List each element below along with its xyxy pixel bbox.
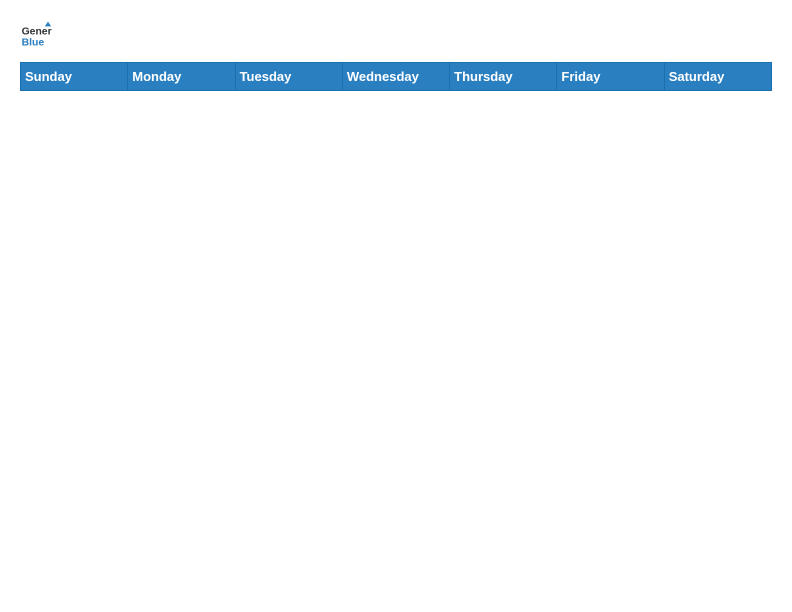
calendar-table: SundayMondayTuesdayWednesdayThursdayFrid… <box>20 62 772 91</box>
header-day-friday: Friday <box>557 63 664 91</box>
svg-text:Blue: Blue <box>22 38 45 49</box>
logo: General Blue <box>20 20 56 52</box>
header-day-tuesday: Tuesday <box>235 63 342 91</box>
header-day-saturday: Saturday <box>664 63 771 91</box>
logo-icon: General Blue <box>20 20 52 52</box>
header-day-monday: Monday <box>128 63 235 91</box>
svg-text:General: General <box>22 26 52 37</box>
header-day-sunday: Sunday <box>21 63 128 91</box>
calendar-header-row: SundayMondayTuesdayWednesdayThursdayFrid… <box>21 63 772 91</box>
header-day-wednesday: Wednesday <box>342 63 449 91</box>
header-day-thursday: Thursday <box>450 63 557 91</box>
page-header: General Blue <box>20 20 772 52</box>
